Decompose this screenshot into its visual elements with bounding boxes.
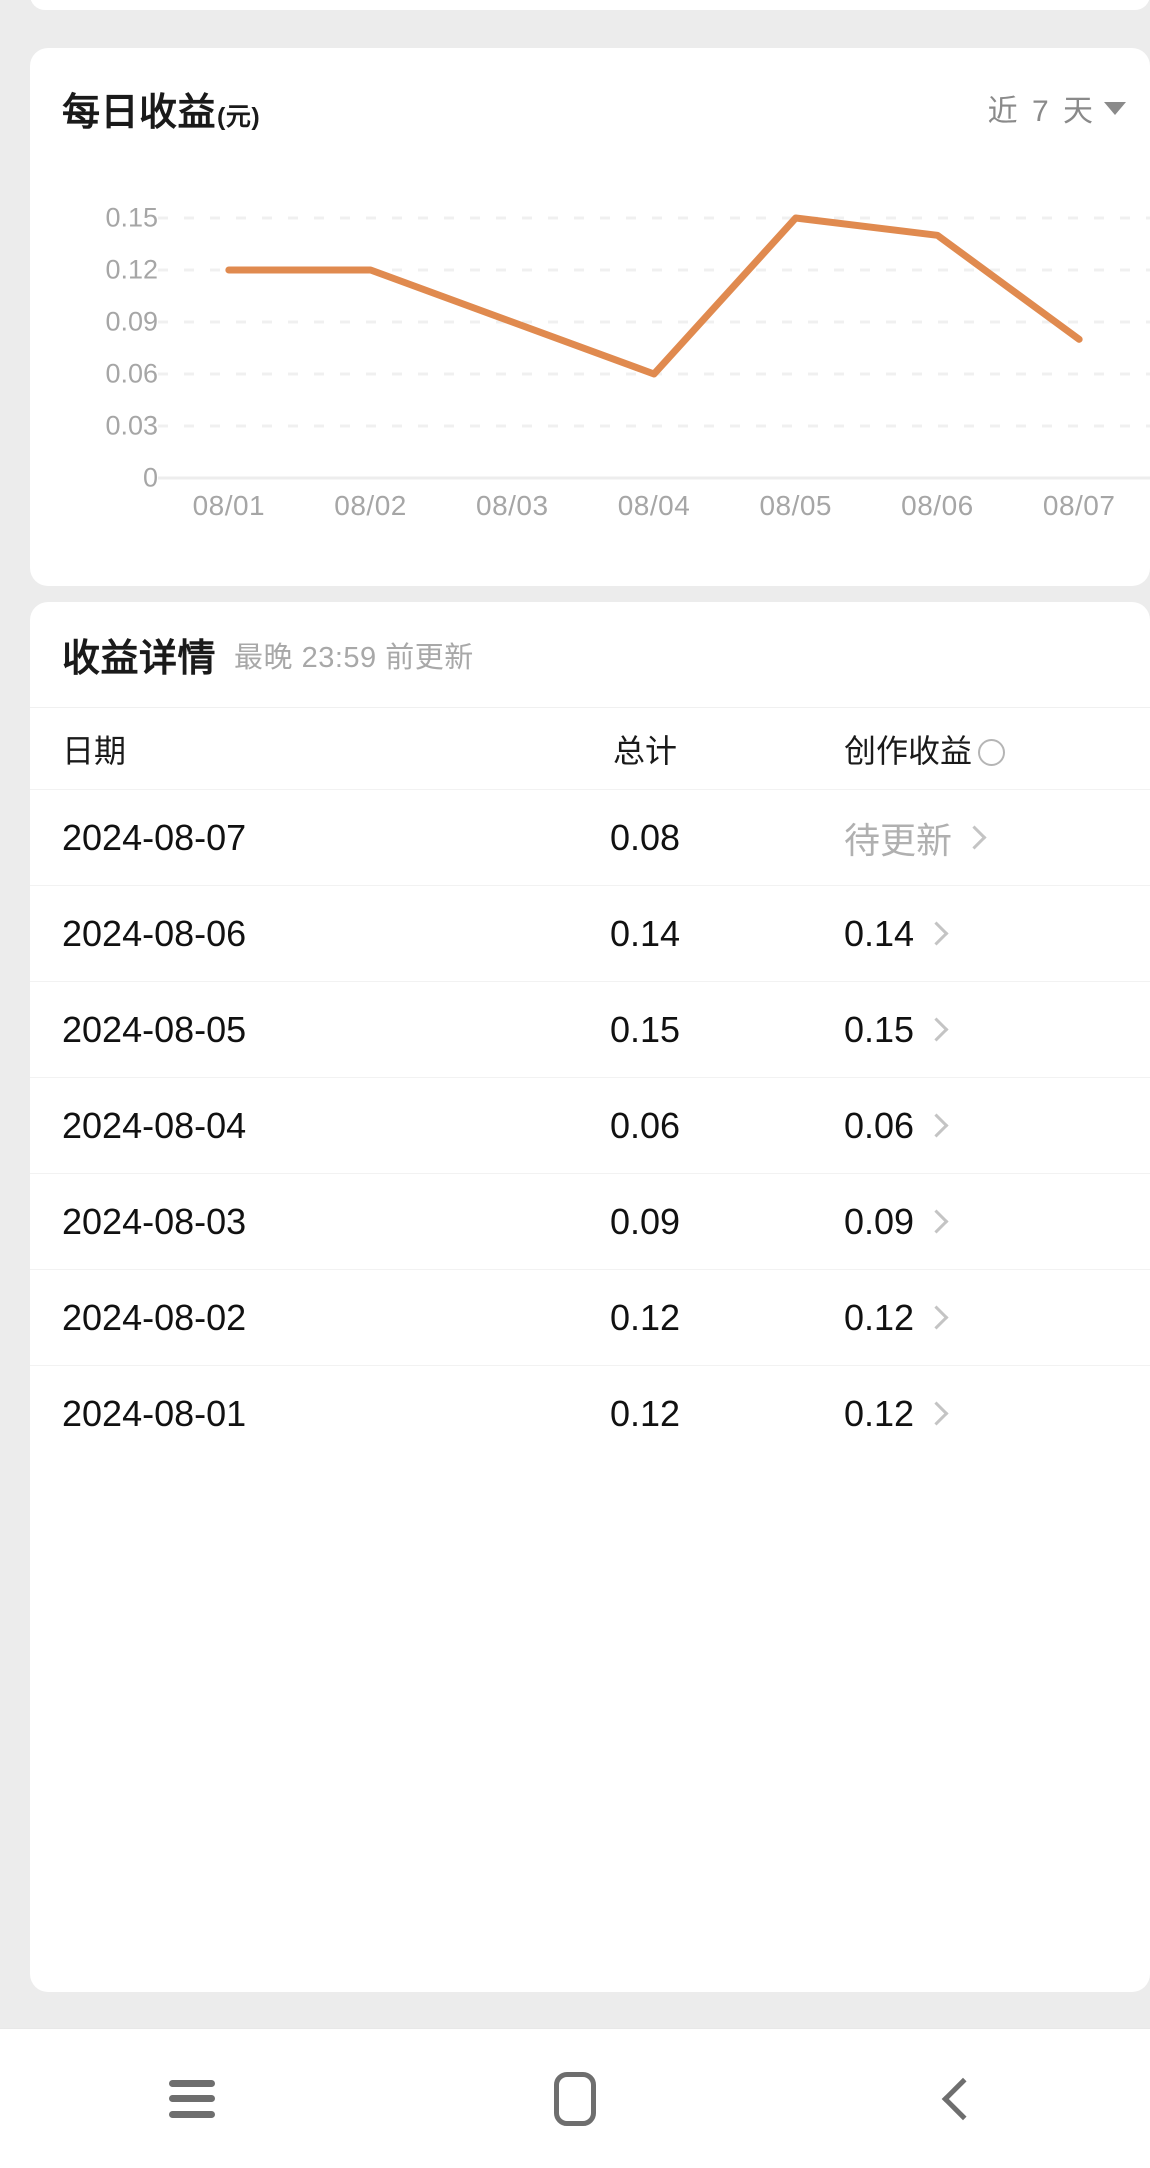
home-button[interactable] <box>383 2071 766 2126</box>
table-row[interactable]: 2024-08-05 0.15 0.15 <box>30 981 1150 1078</box>
creation-value-text: 0.12 <box>844 1392 915 1434</box>
cell-date: 2024-08-07 <box>30 789 470 886</box>
x-axis-labels: 08/01 08/02 08/03 08/04 08/05 08/06 08/07 <box>158 490 1150 522</box>
creation-value: 0.12 <box>844 1366 1150 1461</box>
x-axis-tick-label: 08/03 <box>476 490 549 521</box>
cell-creation[interactable]: 0.12 <box>820 1365 1150 1461</box>
chart-plot-area: 0.15 0.12 0.09 0.06 0.03 0 08/01 08/02 08/03 08/… <box>30 168 1150 586</box>
chevron-right-icon <box>924 921 949 946</box>
cell-creation[interactable]: 待更新 <box>820 789 1150 886</box>
chevron-right-icon <box>924 1209 949 1234</box>
cell-date: 2024-08-06 <box>30 885 470 982</box>
app-screen: 每日收益 (元) 近 7 天 0.15 0.12 0.09 0.06 0.03 0 08/… <box>0 0 1150 2168</box>
cell-date: 2024-08-05 <box>30 981 470 1078</box>
chevron-right-icon <box>962 825 987 850</box>
recents-menu-icon <box>168 2079 215 2118</box>
creation-value-text: 0.15 <box>844 1008 915 1050</box>
earnings-detail-card: 收益详情 最晚 23:59 前更新 日期 总计 创作收益 2024-08-07 0… <box>30 602 1150 1992</box>
chevron-right-icon <box>924 1305 949 1330</box>
date-range-dropdown[interactable]: 近 7 天 <box>988 86 1126 130</box>
creation-value: 待更新 <box>844 790 1150 885</box>
creation-value: 0.15 <box>844 982 1150 1077</box>
table-row[interactable]: 2024-08-02 0.12 0.12 <box>30 1269 1150 1366</box>
column-header-creation: 创作收益 <box>820 707 1150 790</box>
creation-value: 0.09 <box>844 1174 1150 1269</box>
table-row[interactable]: 2024-08-07 0.08 待更新 <box>30 789 1150 886</box>
cell-creation[interactable]: 0.06 <box>820 1077 1150 1174</box>
creation-value: 0.06 <box>844 1078 1150 1173</box>
creation-value: 0.14 <box>844 886 1150 981</box>
chevron-right-icon <box>924 1113 949 1138</box>
cell-date: 2024-08-03 <box>30 1173 470 1270</box>
cell-date: 2024-08-01 <box>30 1365 470 1461</box>
cell-creation[interactable]: 0.09 <box>820 1173 1150 1270</box>
cell-total: 0.08 <box>470 789 820 886</box>
creation-value-text: 0.12 <box>844 1296 915 1338</box>
info-circle-icon[interactable] <box>978 738 1006 766</box>
table-row[interactable]: 2024-08-01 0.12 0.12 <box>30 1365 1150 1461</box>
cell-total: 0.14 <box>470 885 820 982</box>
cell-date: 2024-08-04 <box>30 1077 470 1174</box>
earnings-line-series <box>225 214 1083 378</box>
back-chevron-icon <box>942 2077 985 2120</box>
chart-title: 每日收益 (元) <box>62 81 260 136</box>
cell-creation[interactable]: 0.14 <box>820 885 1150 982</box>
column-header-date: 日期 <box>30 707 470 790</box>
recents-button[interactable] <box>0 2079 383 2118</box>
cell-total: 0.15 <box>470 981 820 1078</box>
cell-date: 2024-08-02 <box>30 1269 470 1366</box>
x-axis-tick-label: 08/02 <box>334 490 407 521</box>
detail-title: 收益详情 <box>62 638 217 680</box>
creation-value-text: 待更新 <box>844 819 953 861</box>
cell-creation[interactable]: 0.15 <box>820 981 1150 1078</box>
home-square-icon <box>553 2071 596 2126</box>
x-axis-tick-label: 08/05 <box>759 490 833 521</box>
daily-earnings-chart-card: 每日收益 (元) 近 7 天 0.15 0.12 0.09 0.06 0.03 0 08/… <box>30 48 1150 586</box>
table-row[interactable]: 2024-08-04 0.06 0.06 <box>30 1077 1150 1174</box>
creation-value-text: 0.06 <box>844 1104 915 1146</box>
date-range-label: 近 7 天 <box>987 95 1096 128</box>
earnings-table-body: 2024-08-07 0.08 待更新 2024-08-06 0.14 0.14 2024-… <box>30 789 1150 1461</box>
chevron-right-icon <box>924 1017 949 1042</box>
line-chart-svg <box>158 214 1150 480</box>
x-axis-tick-label: 08/01 <box>192 490 266 521</box>
android-navigation-bar <box>0 2028 1150 2168</box>
creation-value: 0.12 <box>844 1270 1150 1365</box>
cell-creation[interactable]: 0.12 <box>820 1269 1150 1366</box>
table-row[interactable]: 2024-08-03 0.09 0.09 <box>30 1173 1150 1270</box>
x-axis-tick-label: 08/04 <box>617 490 691 521</box>
x-axis-tick-label: 08/06 <box>901 490 974 521</box>
column-header-creation-label: 创作收益 <box>844 732 973 769</box>
detail-subtitle: 最晚 23:59 前更新 <box>234 641 474 674</box>
table-row[interactable]: 2024-08-06 0.14 0.14 <box>30 885 1150 982</box>
column-header-total: 总计 <box>470 707 820 790</box>
cell-total: 0.06 <box>470 1077 820 1174</box>
chevron-right-icon <box>924 1401 949 1426</box>
chart-gridlines <box>158 216 1150 480</box>
creation-value-text: 0.14 <box>844 912 915 954</box>
chart-title-text: 每日收益 <box>62 91 217 134</box>
back-button[interactable] <box>767 2077 1150 2120</box>
earnings-table: 日期 总计 创作收益 2024-08-07 0.08 待更新 2024-08-06 0.… <box>30 707 1150 1461</box>
creation-value-text: 0.09 <box>844 1200 915 1242</box>
chart-header: 每日收益 (元) 近 7 天 <box>30 48 1150 168</box>
cell-total: 0.12 <box>470 1365 820 1461</box>
chevron-down-icon <box>1104 101 1126 115</box>
detail-header: 收益详情 最晚 23:59 前更新 <box>30 602 1150 707</box>
chart-title-unit: (元) <box>217 102 261 131</box>
cell-total: 0.12 <box>470 1269 820 1366</box>
table-header-row: 日期 总计 创作收益 <box>30 707 1150 790</box>
x-axis-tick-label: 08/07 <box>1042 490 1116 521</box>
previous-card-stub <box>30 0 1150 10</box>
cell-total: 0.09 <box>470 1173 820 1270</box>
